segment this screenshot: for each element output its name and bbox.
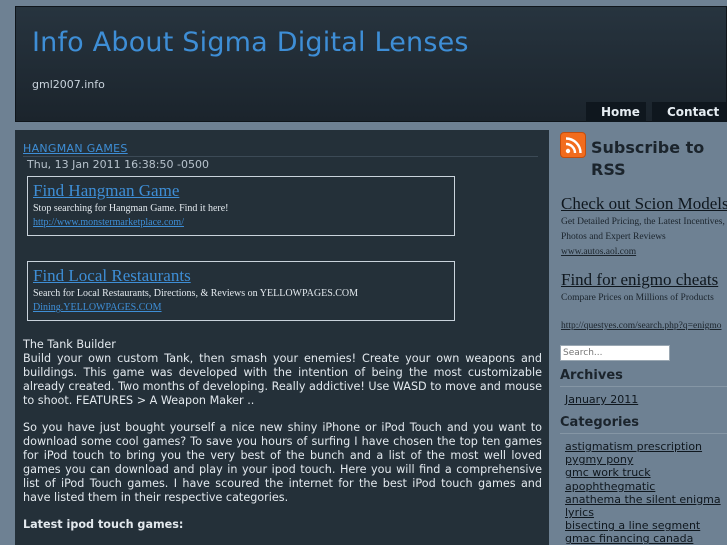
nav-contact-button[interactable]: Contact xyxy=(652,102,726,122)
post-paragraph: So you have just bought yourself a nice … xyxy=(23,421,542,504)
category-link[interactable]: bisecting a line segment xyxy=(565,519,700,532)
ad-description: Search for Local Restaurants, Directions… xyxy=(33,288,359,299)
rss-icon[interactable] xyxy=(560,132,586,158)
archive-link-january-2011[interactable]: January 2011 xyxy=(565,393,638,406)
main-content: Hangman Games Thu, 13 Jan 2011 16:38:50 … xyxy=(15,130,549,545)
ad-url-link[interactable]: http://www.monstermarketplace.com/ xyxy=(33,216,449,230)
sidebar: Subscribe to RSS Check out Scion Models … xyxy=(555,130,727,545)
sidebar-ad-title-link[interactable]: Find for enigmo cheats xyxy=(561,269,727,291)
category-list: astigmatism prescription pygmy pony gmc … xyxy=(565,440,727,545)
ad-block-restaurants: Find Local Restaurants Search for Local … xyxy=(27,261,455,321)
ad-title-link[interactable]: Find Local Restaurants xyxy=(33,266,449,286)
latest-games-heading: Latest ipod touch games: xyxy=(23,518,184,531)
ad-title-link[interactable]: Find Hangman Game xyxy=(33,181,449,201)
list-item: anathema the silent enigma lyrics xyxy=(565,493,727,519)
ad-url-link[interactable]: Dining.YELLOWPAGES.COM xyxy=(33,301,449,315)
post-date: Thu, 13 Jan 2011 16:38:50 -0500 xyxy=(27,158,209,171)
archives-heading: Archives xyxy=(560,368,623,383)
sidebar-ad-title-link[interactable]: Check out Scion Models xyxy=(561,193,727,215)
ad-block-hangman: Find Hangman Game Stop searching for Han… xyxy=(27,176,455,236)
category-link[interactable]: gmac financing canada xyxy=(565,532,693,545)
list-item: gmc work truck xyxy=(565,466,727,479)
list-item: gmac financing canada xyxy=(565,532,727,545)
category-link[interactable]: apophthegmatic xyxy=(565,480,655,493)
subscribe-rss-link[interactable]: Subscribe to RSS xyxy=(591,137,711,181)
list-item: apophthegmatic xyxy=(565,480,727,493)
sidebar-ad-url-link[interactable]: www.autos.aol.com xyxy=(561,245,727,259)
main-nav: Home Contact xyxy=(586,102,726,122)
sidebar-ad-description: Compare Prices on Millions of Products xyxy=(561,293,714,303)
site-tagline: gml2007.info xyxy=(32,78,105,91)
sidebar-ad-enigmo: Find for enigmo cheats Compare Prices on… xyxy=(561,269,727,333)
post-paragraph: Build your own custom Tank, then smash y… xyxy=(23,352,542,407)
archives-divider xyxy=(560,386,727,387)
post-divider xyxy=(23,156,538,157)
category-link[interactable]: pygmy pony xyxy=(565,453,633,466)
list-item: astigmatism prescription xyxy=(565,440,727,453)
categories-divider xyxy=(560,433,727,434)
sidebar-ad-url-link[interactable]: http://questyes.com/search.php?q=enigmo xyxy=(561,319,727,333)
nav-home-button[interactable]: Home xyxy=(586,102,646,122)
site-title[interactable]: Info About Sigma Digital Lenses xyxy=(32,27,469,58)
categories-heading: Categories xyxy=(560,415,640,430)
ad-description: Stop searching for Hangman Game. Find it… xyxy=(33,203,229,214)
list-item: pygmy pony xyxy=(565,453,727,466)
sidebar-ad-description: Get Detailed Pricing, the Latest Incenti… xyxy=(561,217,725,242)
category-link[interactable]: gmc work truck xyxy=(565,466,651,479)
category-link[interactable]: anathema the silent enigma lyrics xyxy=(565,493,721,519)
sidebar-ad-scion: Check out Scion Models Get Detailed Pric… xyxy=(561,193,727,259)
category-link[interactable]: astigmatism prescription xyxy=(565,440,702,453)
post-title-link[interactable]: Hangman Games xyxy=(23,142,128,155)
search-input[interactable] xyxy=(560,345,670,361)
post-paragraph: The Tank Builder xyxy=(23,338,116,351)
site-header: Info About Sigma Digital Lenses gml2007.… xyxy=(15,6,727,122)
post-body: The Tank Builder Build your own custom T… xyxy=(23,338,542,545)
list-item: bisecting a line segment xyxy=(565,519,727,532)
